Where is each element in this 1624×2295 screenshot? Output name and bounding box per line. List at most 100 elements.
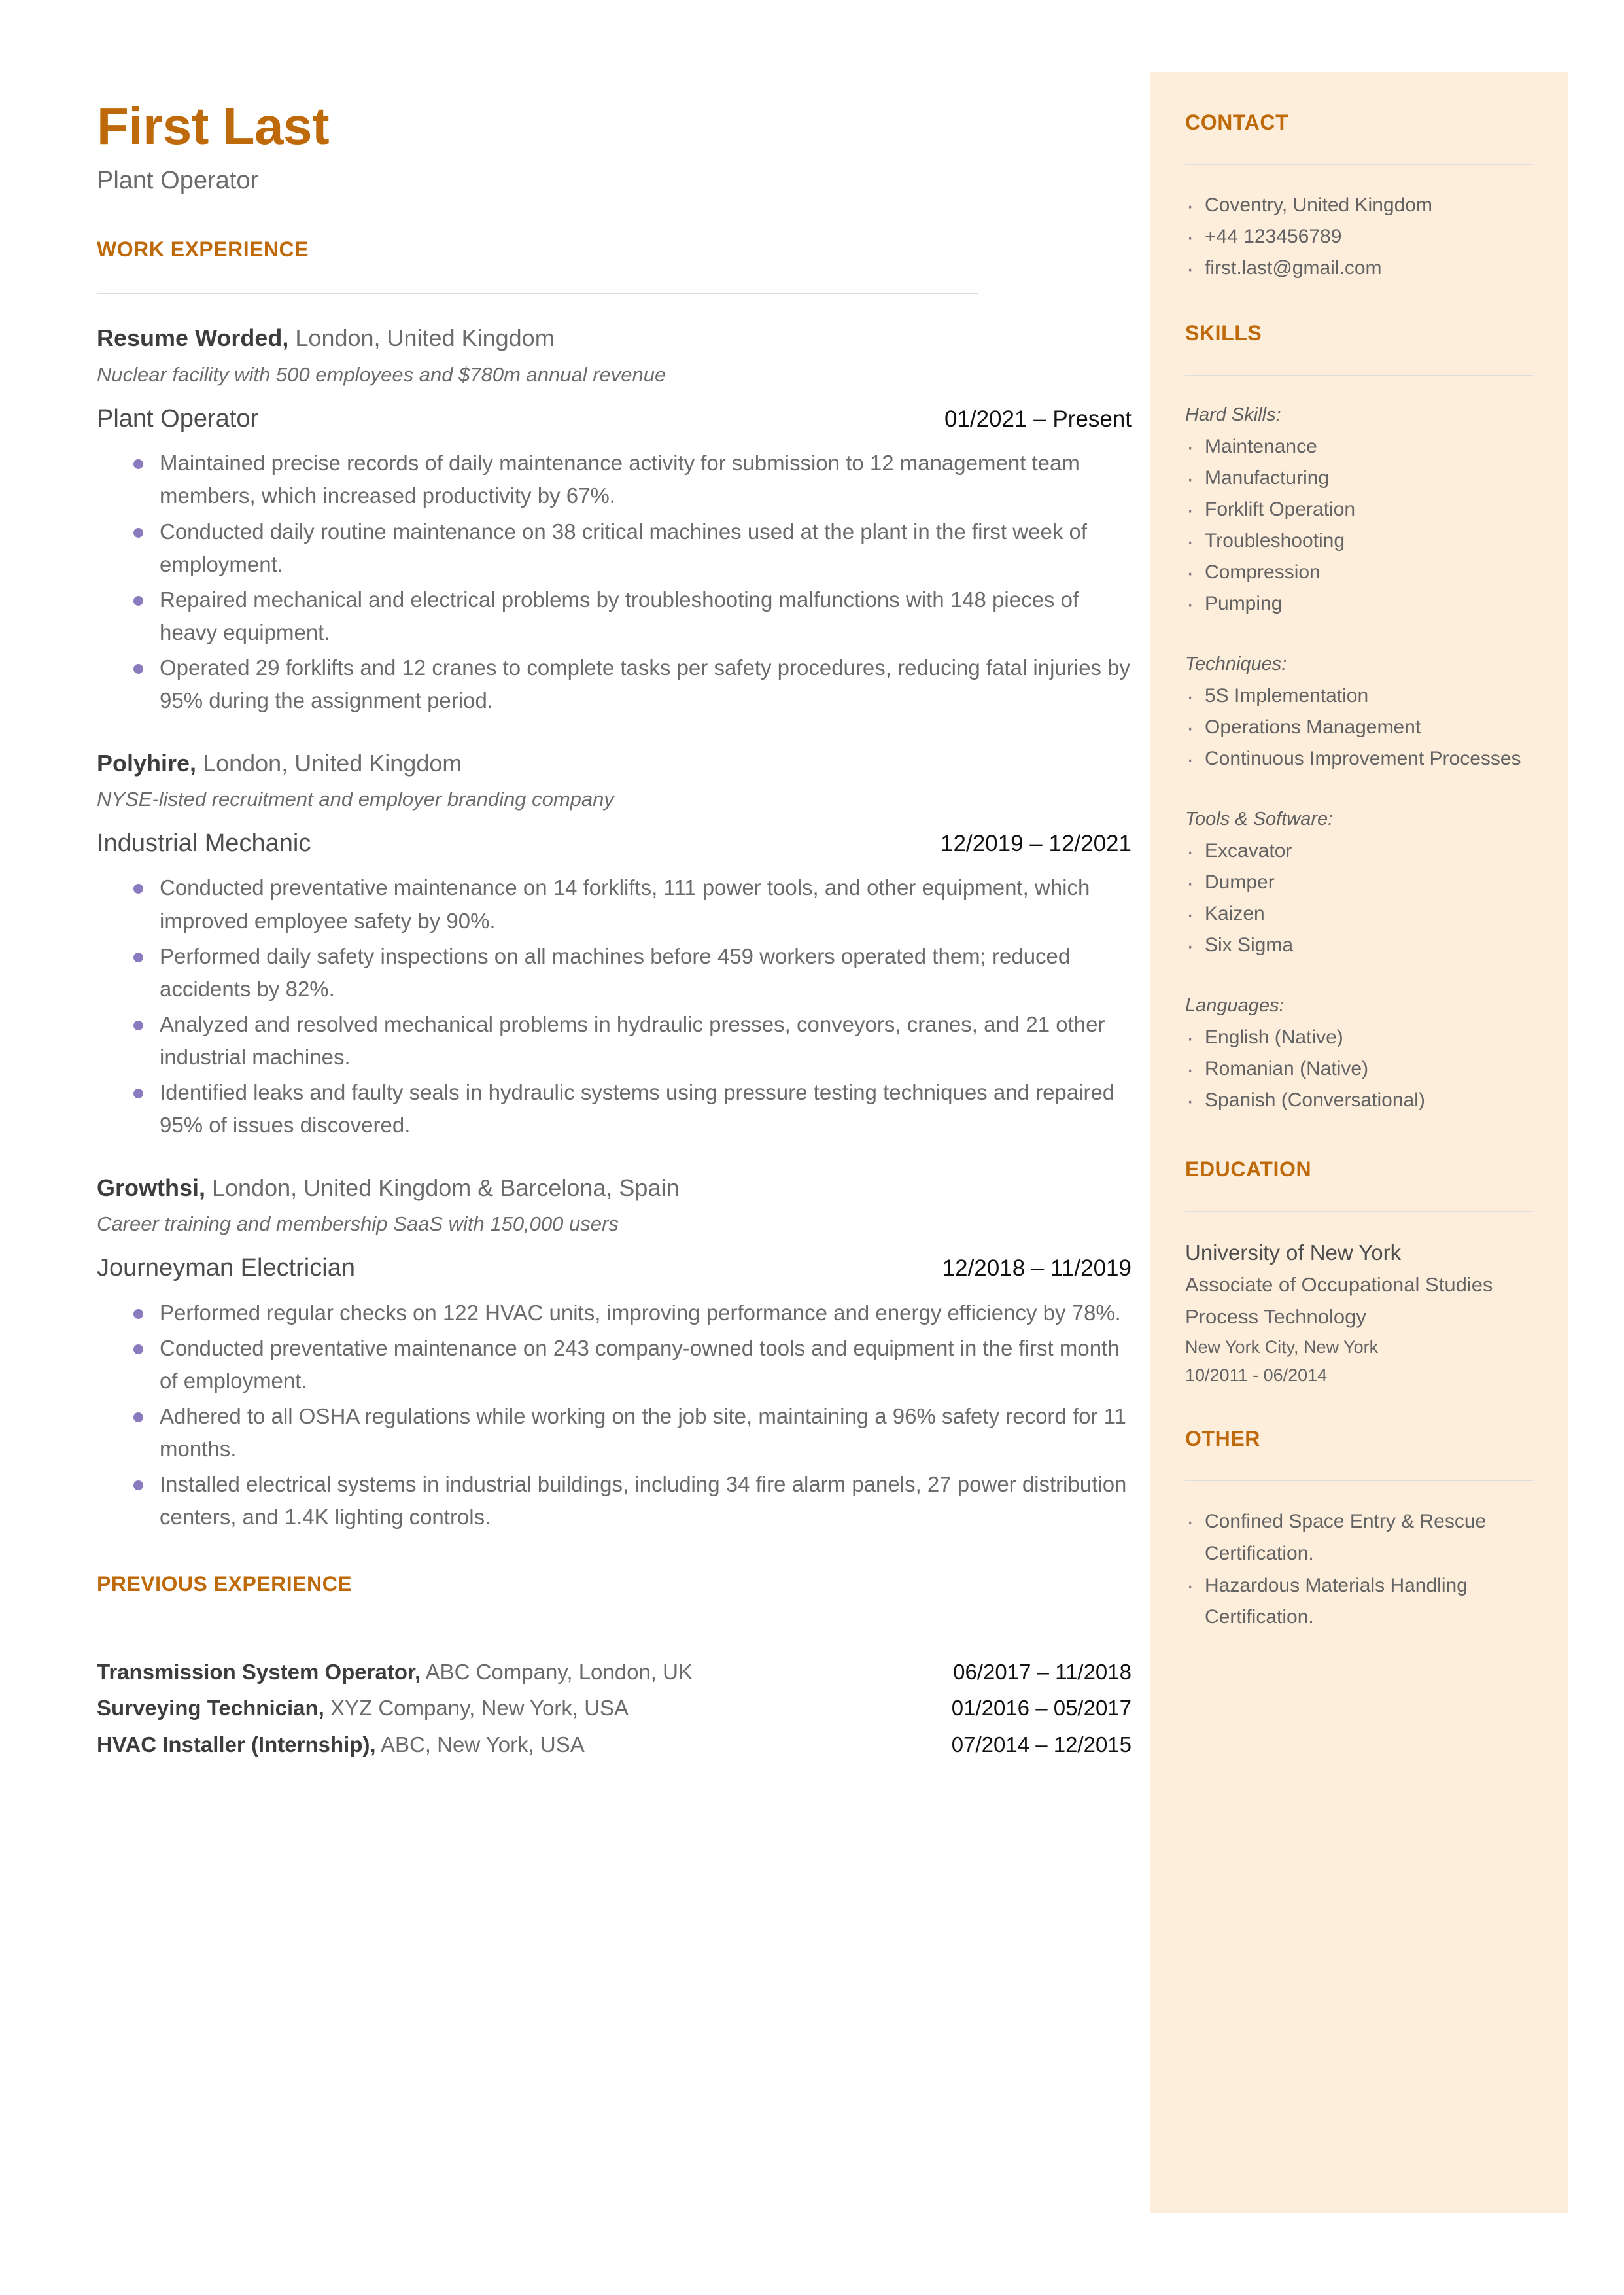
skill-group-languages: Languages: English (Native) Romanian (Na… <box>1185 991 1533 1119</box>
skill-item: Pumping <box>1185 587 1533 622</box>
skill-group-list: English (Native) Romanian (Native) Spani… <box>1185 1021 1533 1119</box>
education-school: University of New York <box>1185 1240 1402 1265</box>
previous-role-title: Surveying Technician, <box>97 1696 324 1721</box>
skill-item: Compression <box>1185 555 1533 591</box>
education-degree: Associate of Occupational Studies <box>1185 1272 1493 1296</box>
header-role: Plant Operator <box>97 167 259 195</box>
job-bullet: Analyzed and resolved mechanical problem… <box>97 1008 1132 1074</box>
skill-group-label: Hard Skills: <box>1185 404 1281 426</box>
other-item: Confined Space Entry & Rescue Certificat… <box>1185 1504 1533 1569</box>
skill-item: Excavator <box>1185 834 1533 869</box>
other-item: Hazardous Materials Handling Certificati… <box>1185 1568 1533 1634</box>
job-bullet: Adhered to all OSHA regulations while wo… <box>97 1400 1132 1465</box>
skills-divider <box>1185 375 1533 376</box>
job-title-row: Plant Operator 01/2021 – Present <box>97 402 1132 436</box>
job-bullet: Operated 29 forklifts and 12 cranes to c… <box>97 652 1132 717</box>
main-column: First Last Plant Operator WORK EXPERIENC… <box>97 97 1132 1764</box>
education-heading: EDUCATION <box>1185 1157 1312 1182</box>
skill-item: Romanian (Native) <box>1185 1052 1533 1087</box>
other-divider <box>1185 1480 1533 1482</box>
job-company-description: Nuclear facility with 500 employees and … <box>97 362 666 386</box>
skill-item: Kaizen <box>1185 897 1533 932</box>
page-title: First Last <box>97 97 330 155</box>
previous-role-detail: ABC Company, London, UK <box>421 1659 693 1684</box>
job-bullet: Maintained precise records of daily main… <box>97 447 1132 512</box>
education-divider <box>1185 1211 1533 1212</box>
job-bullet: Conducted preventative maintenance on 14… <box>97 871 1132 937</box>
previous-role-title: Transmission System Operator, <box>97 1659 421 1684</box>
sidebar: CONTACT Coventry, United Kingdom +44 123… <box>1150 72 1568 2213</box>
skill-item: Continuous Improvement Processes <box>1185 742 1533 777</box>
skill-group-list: Excavator Dumper Kaizen Six Sigma <box>1185 834 1533 964</box>
contact-phone: +44 123456789 <box>1185 220 1533 255</box>
other-list: Confined Space Entry & Rescue Certificat… <box>1185 1504 1533 1634</box>
job-bullet: Performed daily safety inspections on al… <box>97 940 1132 1006</box>
education-field: Process Technology <box>1185 1305 1366 1328</box>
contact-list: Coventry, United Kingdom +44 123456789 f… <box>1185 188 1533 287</box>
job-bullets: Maintained precise records of daily main… <box>97 447 1132 717</box>
job-company-line: Resume Worded, London, United Kingdom <box>97 321 1132 355</box>
contact-email[interactable]: first.last@gmail.com <box>1185 251 1533 287</box>
skill-item: Dumper <box>1185 866 1533 901</box>
contact-heading: CONTACT <box>1185 111 1289 134</box>
skill-item: Maintenance <box>1185 430 1533 465</box>
education-entry: University of New York Associate of Occu… <box>1185 1236 1533 1390</box>
skill-group-list: Maintenance Manufacturing Forklift Opera… <box>1185 430 1533 622</box>
job-entry: Polyhire, London, United Kingdom NYSE-li… <box>97 746 1132 1142</box>
job-entry: Growthsi, London, United Kingdom & Barce… <box>97 1171 1132 1534</box>
skill-group-techniques: Techniques: 5S Implementation Operations… <box>1185 650 1533 777</box>
skill-group-hard-skills: Hard Skills: Maintenance Manufacturing F… <box>1185 400 1533 622</box>
job-entry: Resume Worded, London, United Kingdom Nu… <box>97 321 1132 717</box>
job-bullet: Repaired mechanical and electrical probl… <box>97 584 1132 649</box>
job-title-row: Industrial Mechanic 12/2019 – 12/2021 <box>97 826 1132 861</box>
job-company-name: Polyhire, <box>97 749 197 777</box>
skill-group-list: 5S Implementation Operations Management … <box>1185 679 1533 777</box>
skill-item: Spanish (Conversational) <box>1185 1083 1533 1119</box>
previous-experience-list: Transmission System Operator, ABC Compan… <box>97 1656 1132 1761</box>
resume-page: CONTACT Coventry, United Kingdom +44 123… <box>0 0 1624 2295</box>
previous-experience-row: Surveying Technician, XYZ Company, New Y… <box>97 1692 1132 1725</box>
job-title: Plant Operator <box>97 405 259 433</box>
previous-role-dates: 06/2017 – 11/2018 <box>953 1659 1132 1684</box>
previous-role-dates: 07/2014 – 12/2015 <box>951 1732 1132 1757</box>
job-company-description: Career training and membership SaaS with… <box>97 1212 619 1235</box>
skill-group-label: Languages: <box>1185 995 1285 1017</box>
skill-item: Six Sigma <box>1185 928 1533 964</box>
previous-experience-heading: PREVIOUS EXPERIENCE <box>97 1571 353 1596</box>
skill-item: English (Native) <box>1185 1021 1533 1056</box>
job-company-line: Growthsi, London, United Kingdom & Barce… <box>97 1171 1132 1205</box>
job-bullet: Conducted daily routine maintenance on 3… <box>97 516 1132 581</box>
job-company-description: NYSE-listed recruitment and employer bra… <box>97 787 614 811</box>
skill-group-label: Techniques: <box>1185 654 1287 675</box>
job-bullet: Performed regular checks on 122 HVAC uni… <box>97 1297 1132 1329</box>
contact-divider <box>1185 164 1533 166</box>
skill-item: 5S Implementation <box>1185 679 1533 714</box>
job-bullets: Conducted preventative maintenance on 14… <box>97 871 1132 1142</box>
work-experience-heading: WORK EXPERIENCE <box>97 237 309 262</box>
education-location: New York City, New York <box>1185 1337 1379 1357</box>
contact-location: Coventry, United Kingdom <box>1185 188 1533 224</box>
job-dates: 12/2019 – 12/2021 <box>941 831 1132 857</box>
skill-group-tools-software: Tools & Software: Excavator Dumper Kaize… <box>1185 805 1533 964</box>
previous-role-line: Surveying Technician, XYZ Company, New Y… <box>97 1692 629 1725</box>
skill-item: Operations Management <box>1185 710 1533 746</box>
skill-item: Troubleshooting <box>1185 524 1533 559</box>
previous-role-line: Transmission System Operator, ABC Compan… <box>97 1656 693 1689</box>
work-experience-divider <box>97 293 978 294</box>
education-dates: 10/2011 - 06/2014 <box>1185 1365 1328 1385</box>
previous-role-dates: 01/2016 – 05/2017 <box>951 1696 1132 1721</box>
job-company-name: Growthsi, <box>97 1174 206 1201</box>
skills-heading: SKILLS <box>1185 321 1262 345</box>
job-dates: 12/2018 – 11/2019 <box>942 1255 1132 1282</box>
job-title: Journeyman Electrician <box>97 1254 355 1282</box>
job-bullet: Conducted preventative maintenance on 24… <box>97 1332 1132 1397</box>
job-company-name: Resume Worded, <box>97 324 289 352</box>
job-bullet: Installed electrical systems in industri… <box>97 1468 1132 1533</box>
skill-item: Forklift Operation <box>1185 493 1533 528</box>
